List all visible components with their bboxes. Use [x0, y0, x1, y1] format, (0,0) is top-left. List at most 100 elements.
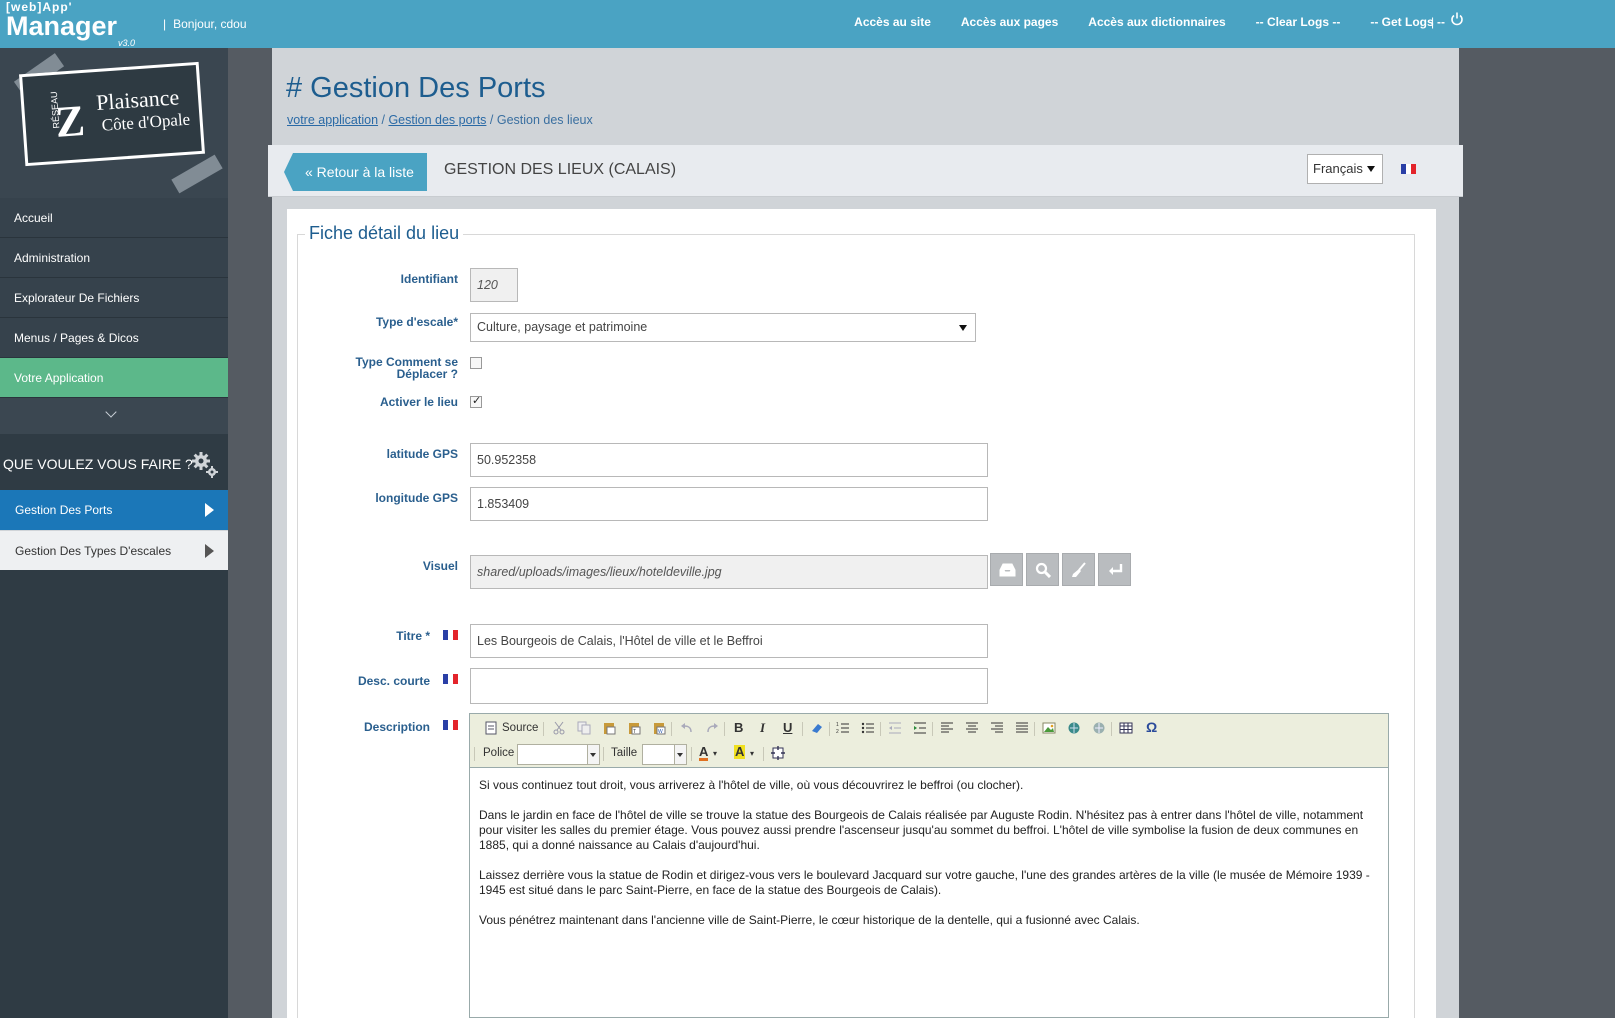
- client-logo-area: RÉSEAU Z Plaisance Côte d'Opale: [0, 48, 228, 198]
- justify-icon[interactable]: [1015, 721, 1029, 735]
- toolbar-separator: [802, 722, 803, 736]
- sidebar-item-accueil[interactable]: Accueil: [0, 198, 228, 238]
- sidebar-item-explorateur[interactable]: Explorateur De Fichiers: [0, 278, 228, 318]
- clear-image-button[interactable]: [1062, 553, 1095, 586]
- active-checkbox[interactable]: [470, 394, 482, 408]
- caret-down-icon[interactable]: ▾: [713, 749, 717, 758]
- caret-down-icon: [1367, 166, 1375, 172]
- source-icon[interactable]: [484, 721, 498, 735]
- nav-pages-link[interactable]: Accès aux pages: [961, 15, 1058, 29]
- nav-dicos-link[interactable]: Accès aux dictionnaires: [1088, 15, 1225, 29]
- move-type-checkbox[interactable]: [470, 357, 482, 369]
- actions-heading: QUE VOULEZ VOUS FAIRE ?: [0, 434, 228, 490]
- editor-content[interactable]: Si vous continuez tout droit, vous arriv…: [479, 778, 1384, 943]
- outdent-icon[interactable]: [888, 721, 902, 735]
- app-logo[interactable]: [web]App' Manager v3.0: [6, 1, 135, 48]
- top-bar: [web]App' Manager v3.0 | Bonjour, cdou Ac…: [0, 0, 1615, 48]
- underline-icon[interactable]: U: [783, 720, 792, 735]
- paste-word-icon[interactable]: W: [652, 721, 666, 735]
- browse-files-button[interactable]: [990, 553, 1023, 586]
- longitude-input[interactable]: 1.853409: [470, 487, 988, 521]
- sidebar-expand-toggle[interactable]: [0, 398, 228, 434]
- editor-paragraph: Si vous continuez tout droit, vous arriv…: [479, 778, 1024, 792]
- back-to-list-button[interactable]: « Retour à la liste: [284, 153, 427, 191]
- top-nav: Accès au site Accès aux pages Accès aux …: [824, 15, 1445, 29]
- cut-icon[interactable]: [552, 721, 566, 735]
- unlink-icon[interactable]: [1092, 721, 1106, 735]
- search-icon: [1035, 562, 1051, 578]
- latitude-input[interactable]: 50.952358: [470, 443, 988, 477]
- align-center-icon[interactable]: [965, 721, 979, 735]
- description-label: Description: [363, 720, 430, 734]
- table-icon[interactable]: [1119, 721, 1133, 735]
- preview-image-button[interactable]: [1026, 553, 1059, 586]
- toolbar-separator: [763, 747, 764, 761]
- french-flag-icon: [1401, 164, 1416, 174]
- logo-mark-icon: Z: [53, 95, 87, 147]
- remove-format-icon[interactable]: [810, 721, 824, 735]
- visual-path-field: shared/uploads/images/lieux/hoteldeville…: [470, 555, 988, 589]
- greeting-text: Bonjour, cdou: [173, 17, 247, 31]
- link-icon[interactable]: [1067, 721, 1081, 735]
- breadcrumb-current: Gestion des lieux: [496, 113, 593, 127]
- breadcrumb-link-application[interactable]: votre application: [287, 113, 378, 127]
- short-desc-textarea[interactable]: [470, 668, 988, 704]
- caret-down-icon[interactable]: ▾: [750, 749, 754, 758]
- reset-image-button[interactable]: [1098, 553, 1131, 586]
- undo-icon[interactable]: [680, 721, 694, 735]
- font-size-combo[interactable]: [642, 744, 687, 765]
- toolbar-separator: [1034, 722, 1035, 736]
- sidebar-item-gestion-ports[interactable]: Gestion Des Ports: [0, 490, 228, 530]
- nav-site-link[interactable]: Accès au site: [854, 15, 931, 29]
- font-family-combo[interactable]: [517, 744, 600, 765]
- toolbar-separator: [880, 722, 881, 736]
- sidebar-item-votre-application[interactable]: Votre Application: [0, 358, 228, 398]
- toolbar-separator: [691, 747, 692, 761]
- copy-icon[interactable]: [577, 721, 591, 735]
- type-escale-select[interactable]: Culture, paysage et patrimoine: [470, 313, 976, 342]
- align-left-icon[interactable]: [940, 721, 954, 735]
- indent-icon[interactable]: [913, 721, 927, 735]
- paste-text-icon[interactable]: T: [627, 721, 641, 735]
- toolbar-separator: [671, 722, 672, 736]
- bold-icon[interactable]: B: [734, 720, 743, 735]
- paste-icon[interactable]: [602, 721, 616, 735]
- special-char-icon[interactable]: Ω: [1146, 719, 1157, 735]
- numbered-list-icon[interactable]: 12: [836, 721, 850, 735]
- actions-heading-text: QUE VOULEZ VOUS FAIRE ?: [3, 456, 193, 472]
- type-escale-value: Culture, paysage et patrimoine: [477, 320, 648, 334]
- bullet-list-icon[interactable]: [861, 721, 875, 735]
- type-escale-label: Type d'escale*: [375, 315, 458, 329]
- size-label: Taille: [611, 747, 638, 759]
- editor-toolbar: Source T W B I U 12 Ω Police Taille A ▾ …: [470, 714, 1388, 768]
- align-right-icon[interactable]: [990, 721, 1004, 735]
- client-logo: RÉSEAU Z Plaisance Côte d'Opale: [19, 61, 205, 167]
- svg-text:1: 1: [836, 722, 839, 728]
- source-button[interactable]: Source: [502, 722, 538, 734]
- breadcrumb-link-ports[interactable]: Gestion des ports: [388, 113, 486, 127]
- sidebar-item-gestion-types-escales[interactable]: Gestion Des Types D'escales: [0, 530, 228, 570]
- power-icon[interactable]: [1450, 12, 1464, 26]
- longitude-label: longitude GPS: [375, 491, 458, 505]
- caret-down-icon: [587, 745, 599, 764]
- redo-icon[interactable]: [705, 721, 719, 735]
- toolbar-separator: [829, 722, 830, 736]
- language-select[interactable]: Français: [1307, 154, 1383, 184]
- image-icon[interactable]: [1042, 721, 1056, 735]
- toolbar-separator: [474, 747, 475, 761]
- section-title: GESTION DES LIEUX (CALAIS): [444, 161, 677, 178]
- text-color-icon[interactable]: A: [699, 745, 709, 761]
- sidebar-item-menus[interactable]: Menus / Pages & Dicos: [0, 318, 228, 358]
- bg-color-icon[interactable]: A: [734, 745, 746, 759]
- gear-icon: [192, 452, 218, 478]
- sidebar-item-label: Gestion Des Types D'escales: [15, 544, 172, 558]
- title-input[interactable]: Les Bourgeois de Calais, l'Hôtel de vill…: [470, 624, 988, 658]
- latitude-label: latitude GPS: [386, 447, 458, 461]
- sidebar-item-administration[interactable]: Administration: [0, 238, 228, 278]
- nav-clear-logs-link[interactable]: -- Clear Logs --: [1256, 15, 1341, 29]
- italic-icon[interactable]: I: [760, 720, 765, 736]
- caret-down-icon: [959, 325, 967, 331]
- maximize-icon[interactable]: [771, 746, 785, 760]
- sidebar: RÉSEAU Z Plaisance Côte d'Opale Accueil …: [0, 48, 228, 1018]
- brand-version: v3.0: [118, 38, 136, 48]
